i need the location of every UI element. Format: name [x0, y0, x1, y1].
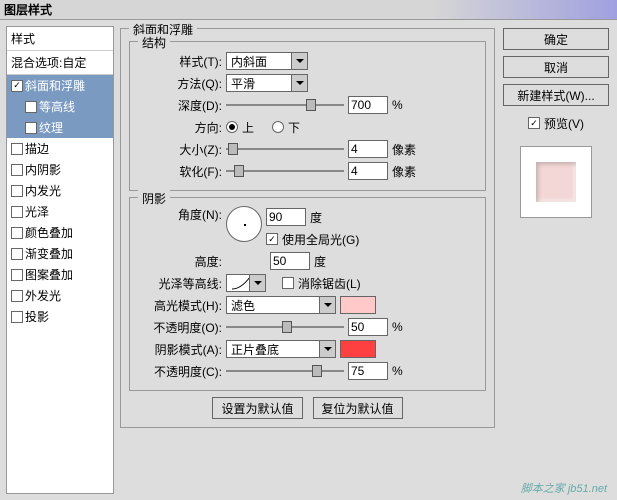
highlight-opacity-input[interactable]: 50: [348, 318, 388, 336]
angle-input[interactable]: 90: [266, 208, 306, 226]
technique-select[interactable]: 平滑: [226, 74, 308, 92]
soften-label: 软化(F):: [140, 163, 222, 180]
style-stroke[interactable]: 描边: [7, 138, 113, 159]
depth-input[interactable]: 700: [348, 96, 388, 114]
angle-label: 角度(N):: [140, 206, 222, 223]
style-inner-glow[interactable]: 内发光: [7, 180, 113, 201]
checkbox-icon[interactable]: [11, 248, 23, 260]
shadow-opacity-label: 不透明度(C):: [140, 363, 222, 380]
depth-label: 深度(D):: [140, 97, 222, 114]
structure-group: 结构 样式(T): 内斜面 方法(Q): 平滑 深度(D): 700 %: [129, 41, 486, 191]
checkbox-icon[interactable]: [11, 80, 23, 92]
shadow-color-swatch[interactable]: [340, 340, 376, 358]
antialias-checkbox[interactable]: [282, 277, 294, 289]
styles-list: 样式 混合选项:自定 斜面和浮雕 等高线 纹理 描边 内阴影 内发光 光泽 颜色…: [6, 26, 114, 494]
highlight-opacity-label: 不透明度(O):: [140, 319, 222, 336]
soften-input[interactable]: 4: [348, 162, 388, 180]
cancel-button[interactable]: 取消: [503, 56, 609, 78]
styles-header[interactable]: 样式: [7, 27, 113, 51]
preview-checkbox[interactable]: [528, 117, 540, 129]
ok-button[interactable]: 确定: [503, 28, 609, 50]
shadow-opacity-input[interactable]: 75: [348, 362, 388, 380]
shadow-mode-select[interactable]: 正片叠底: [226, 340, 336, 358]
angle-wheel[interactable]: [226, 206, 262, 242]
structure-legend: 结构: [138, 34, 170, 51]
make-default-button[interactable]: 设置为默认值: [212, 397, 302, 419]
highlight-mode-label: 高光模式(H):: [140, 297, 222, 314]
reset-default-button[interactable]: 复位为默认值: [313, 397, 403, 419]
checkbox-icon[interactable]: [11, 164, 23, 176]
checkbox-icon[interactable]: [11, 143, 23, 155]
blend-options[interactable]: 混合选项:自定: [7, 51, 113, 75]
shading-group: 阴影 角度(N): 90 度 使用全局光(G): [129, 197, 486, 391]
chevron-down-icon: [291, 53, 307, 69]
size-label: 大小(Z):: [140, 141, 222, 158]
altitude-label: 高度:: [140, 253, 222, 270]
altitude-input[interactable]: 50: [270, 252, 310, 270]
checkbox-icon[interactable]: [11, 311, 23, 323]
style-inner-shadow[interactable]: 内阴影: [7, 159, 113, 180]
style-satin[interactable]: 光泽: [7, 201, 113, 222]
style-drop-shadow[interactable]: 投影: [7, 306, 113, 327]
style-select[interactable]: 内斜面: [226, 52, 308, 70]
checkbox-icon[interactable]: [11, 227, 23, 239]
depth-slider[interactable]: [226, 97, 344, 113]
direction-up-radio[interactable]: [226, 121, 238, 133]
preview-swatch: [536, 162, 576, 202]
direction-down-radio[interactable]: [272, 121, 284, 133]
highlight-opacity-slider[interactable]: [226, 319, 344, 335]
shading-legend: 阴影: [138, 190, 170, 207]
global-light-checkbox[interactable]: [266, 233, 278, 245]
chevron-down-icon: [291, 75, 307, 91]
size-input[interactable]: 4: [348, 140, 388, 158]
checkbox-icon[interactable]: [25, 101, 37, 113]
style-contour[interactable]: 等高线: [7, 96, 113, 117]
gloss-contour-label: 光泽等高线:: [140, 275, 222, 292]
highlight-mode-select[interactable]: 滤色: [226, 296, 336, 314]
gloss-contour-picker[interactable]: [226, 274, 266, 292]
preview-box: [520, 146, 592, 218]
chevron-down-icon: [319, 341, 335, 357]
style-gradient-overlay[interactable]: 渐变叠加: [7, 243, 113, 264]
contour-icon: [231, 276, 251, 290]
chevron-down-icon: [319, 297, 335, 313]
direction-label: 方向:: [140, 119, 222, 136]
checkbox-icon[interactable]: [25, 122, 37, 134]
bevel-panel: 斜面和浮雕 结构 样式(T): 内斜面 方法(Q): 平滑 深度(D): 700: [120, 28, 495, 428]
shadow-opacity-slider[interactable]: [226, 363, 344, 379]
right-column: 确定 取消 新建样式(W)... 预览(V): [501, 26, 611, 494]
highlight-color-swatch[interactable]: [340, 296, 376, 314]
shadow-mode-label: 阴影模式(A):: [140, 341, 222, 358]
checkbox-icon[interactable]: [11, 185, 23, 197]
style-pattern-overlay[interactable]: 图案叠加: [7, 264, 113, 285]
technique-label: 方法(Q):: [140, 75, 222, 92]
size-slider[interactable]: [226, 141, 344, 157]
dialog-title: 图层样式: [4, 1, 52, 18]
checkbox-icon[interactable]: [11, 206, 23, 218]
checkbox-icon[interactable]: [11, 269, 23, 281]
style-bevel-emboss[interactable]: 斜面和浮雕: [7, 75, 113, 96]
settings-panel: 斜面和浮雕 结构 样式(T): 内斜面 方法(Q): 平滑 深度(D): 700: [118, 26, 497, 494]
style-label: 样式(T):: [140, 53, 222, 70]
soften-slider[interactable]: [226, 163, 344, 179]
watermark-text: 脚本之家 jb51.net: [521, 480, 607, 496]
chevron-down-icon: [249, 275, 265, 291]
style-outer-glow[interactable]: 外发光: [7, 285, 113, 306]
checkbox-icon[interactable]: [11, 290, 23, 302]
new-style-button[interactable]: 新建样式(W)...: [503, 84, 609, 106]
style-texture[interactable]: 纹理: [7, 117, 113, 138]
style-color-overlay[interactable]: 颜色叠加: [7, 222, 113, 243]
titlebar[interactable]: 图层样式: [0, 0, 617, 20]
layer-style-dialog: 图层样式 样式 混合选项:自定 斜面和浮雕 等高线 纹理 描边 内阴影 内发光 …: [0, 0, 617, 500]
